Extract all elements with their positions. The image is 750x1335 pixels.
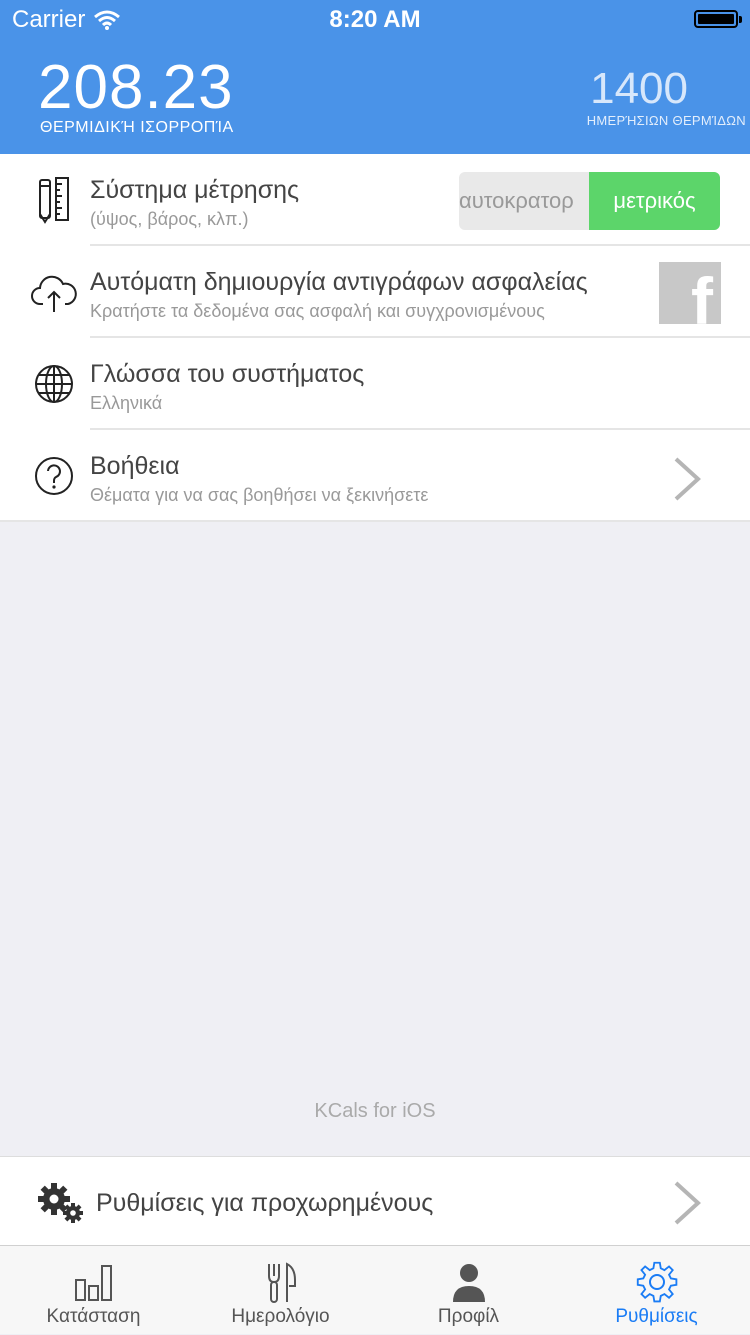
measurement-system-row: Σύστημα μέτρησης (ύψος, βάρος, κλπ.) αυτ… <box>0 154 750 246</box>
status-bar: Carrier 8:20 AM <box>0 0 750 40</box>
tab-profile[interactable]: Προφίλ <box>375 1246 562 1335</box>
globe-icon <box>35 365 73 403</box>
calorie-balance-value: 208.23 <box>38 53 234 122</box>
tab-label: Προφίλ <box>437 1306 500 1327</box>
row-separator <box>0 520 750 522</box>
tab-label: Ρυθμίσεις <box>615 1306 698 1327</box>
backup-subtitle: Κρατήστε τα δεδομένα σας ασφαλή και συγχ… <box>90 301 545 321</box>
daily-calories-value: 1400 <box>590 64 688 113</box>
tab-bar: Κατάσταση Ημερολόγιο Προφίλ Ρυθμίσεις <box>0 1245 750 1334</box>
advanced-settings-row[interactable]: Ρυθμίσεις για προχωρημένους <box>0 1156 750 1245</box>
measurement-segmented-control[interactable]: αυτοκρατορ μετρικός <box>459 172 720 230</box>
measurement-title: Σύστημα μέτρησης <box>90 176 300 204</box>
settings-list: Σύστημα μέτρησης (ύψος, βάρος, κλπ.) αυτ… <box>0 154 750 522</box>
ruler-pencil-icon <box>39 177 69 224</box>
daily-calories-label: ΗΜΕΡΉΣΙΩΝ ΘΕΡΜΊΔΩΝ <box>586 113 746 128</box>
chevron-right-icon <box>674 1181 701 1225</box>
chart-icon <box>74 1265 112 1301</box>
cloud-upload-icon <box>31 275 77 312</box>
help-subtitle: Θέματα για να σας βοηθήσει να ξεκινήσετε <box>90 485 429 505</box>
help-icon <box>35 457 73 495</box>
header: Carrier 8:20 AM 208.23 ΘΕΡΜΙΔΙΚΉ ΙΣΟΡΡΟΠ… <box>0 0 750 154</box>
metric-option[interactable]: μετρικός <box>589 172 720 230</box>
imperial-option[interactable]: αυτοκρατορ <box>459 172 589 230</box>
help-title: Βοήθεια <box>90 452 180 480</box>
backup-title: Αυτόματη δημιουργία αντιγράφων ασφαλείας <box>90 268 588 296</box>
tab-diary[interactable]: Ημερολόγιο <box>187 1246 374 1335</box>
person-icon <box>452 1264 485 1302</box>
language-subtitle: Ελληνικά <box>90 393 163 413</box>
backup-row[interactable]: Αυτόματη δημιουργία αντιγράφων ασφαλείας… <box>0 246 750 338</box>
battery-icon <box>694 10 742 28</box>
chevron-right-icon <box>674 457 701 501</box>
fork-knife-icon <box>267 1262 296 1303</box>
status-time: 8:20 AM <box>329 6 421 33</box>
gears-icon <box>38 1183 83 1223</box>
app-footer-note: KCals for iOS <box>314 1100 436 1122</box>
language-title: Γλώσσα του συστήματος <box>90 360 365 388</box>
measurement-subtitle: (ύψος, βάρος, κλπ.) <box>90 209 249 229</box>
advanced-settings-label: Ρυθμίσεις για προχωρημένους <box>96 1189 434 1217</box>
language-row[interactable]: Γλώσσα του συστήματος Ελληνικά <box>0 338 750 430</box>
facebook-icon: f <box>691 264 713 324</box>
tab-label: Κατάσταση <box>46 1306 141 1327</box>
gear-icon <box>636 1261 677 1303</box>
help-row[interactable]: Βοήθεια Θέματα για να σας βοηθήσει να ξε… <box>0 430 750 522</box>
tab-settings[interactable]: Ρυθμίσεις <box>563 1246 750 1335</box>
calorie-balance-label: ΘΕΡΜΙΔΙΚΉ ΙΣΟΡΡΟΠΊΑ <box>40 119 234 136</box>
tab-label: Ημερολόγιο <box>231 1306 330 1327</box>
facebook-button[interactable]: f <box>659 262 721 324</box>
tab-status[interactable]: Κατάσταση <box>0 1246 187 1335</box>
